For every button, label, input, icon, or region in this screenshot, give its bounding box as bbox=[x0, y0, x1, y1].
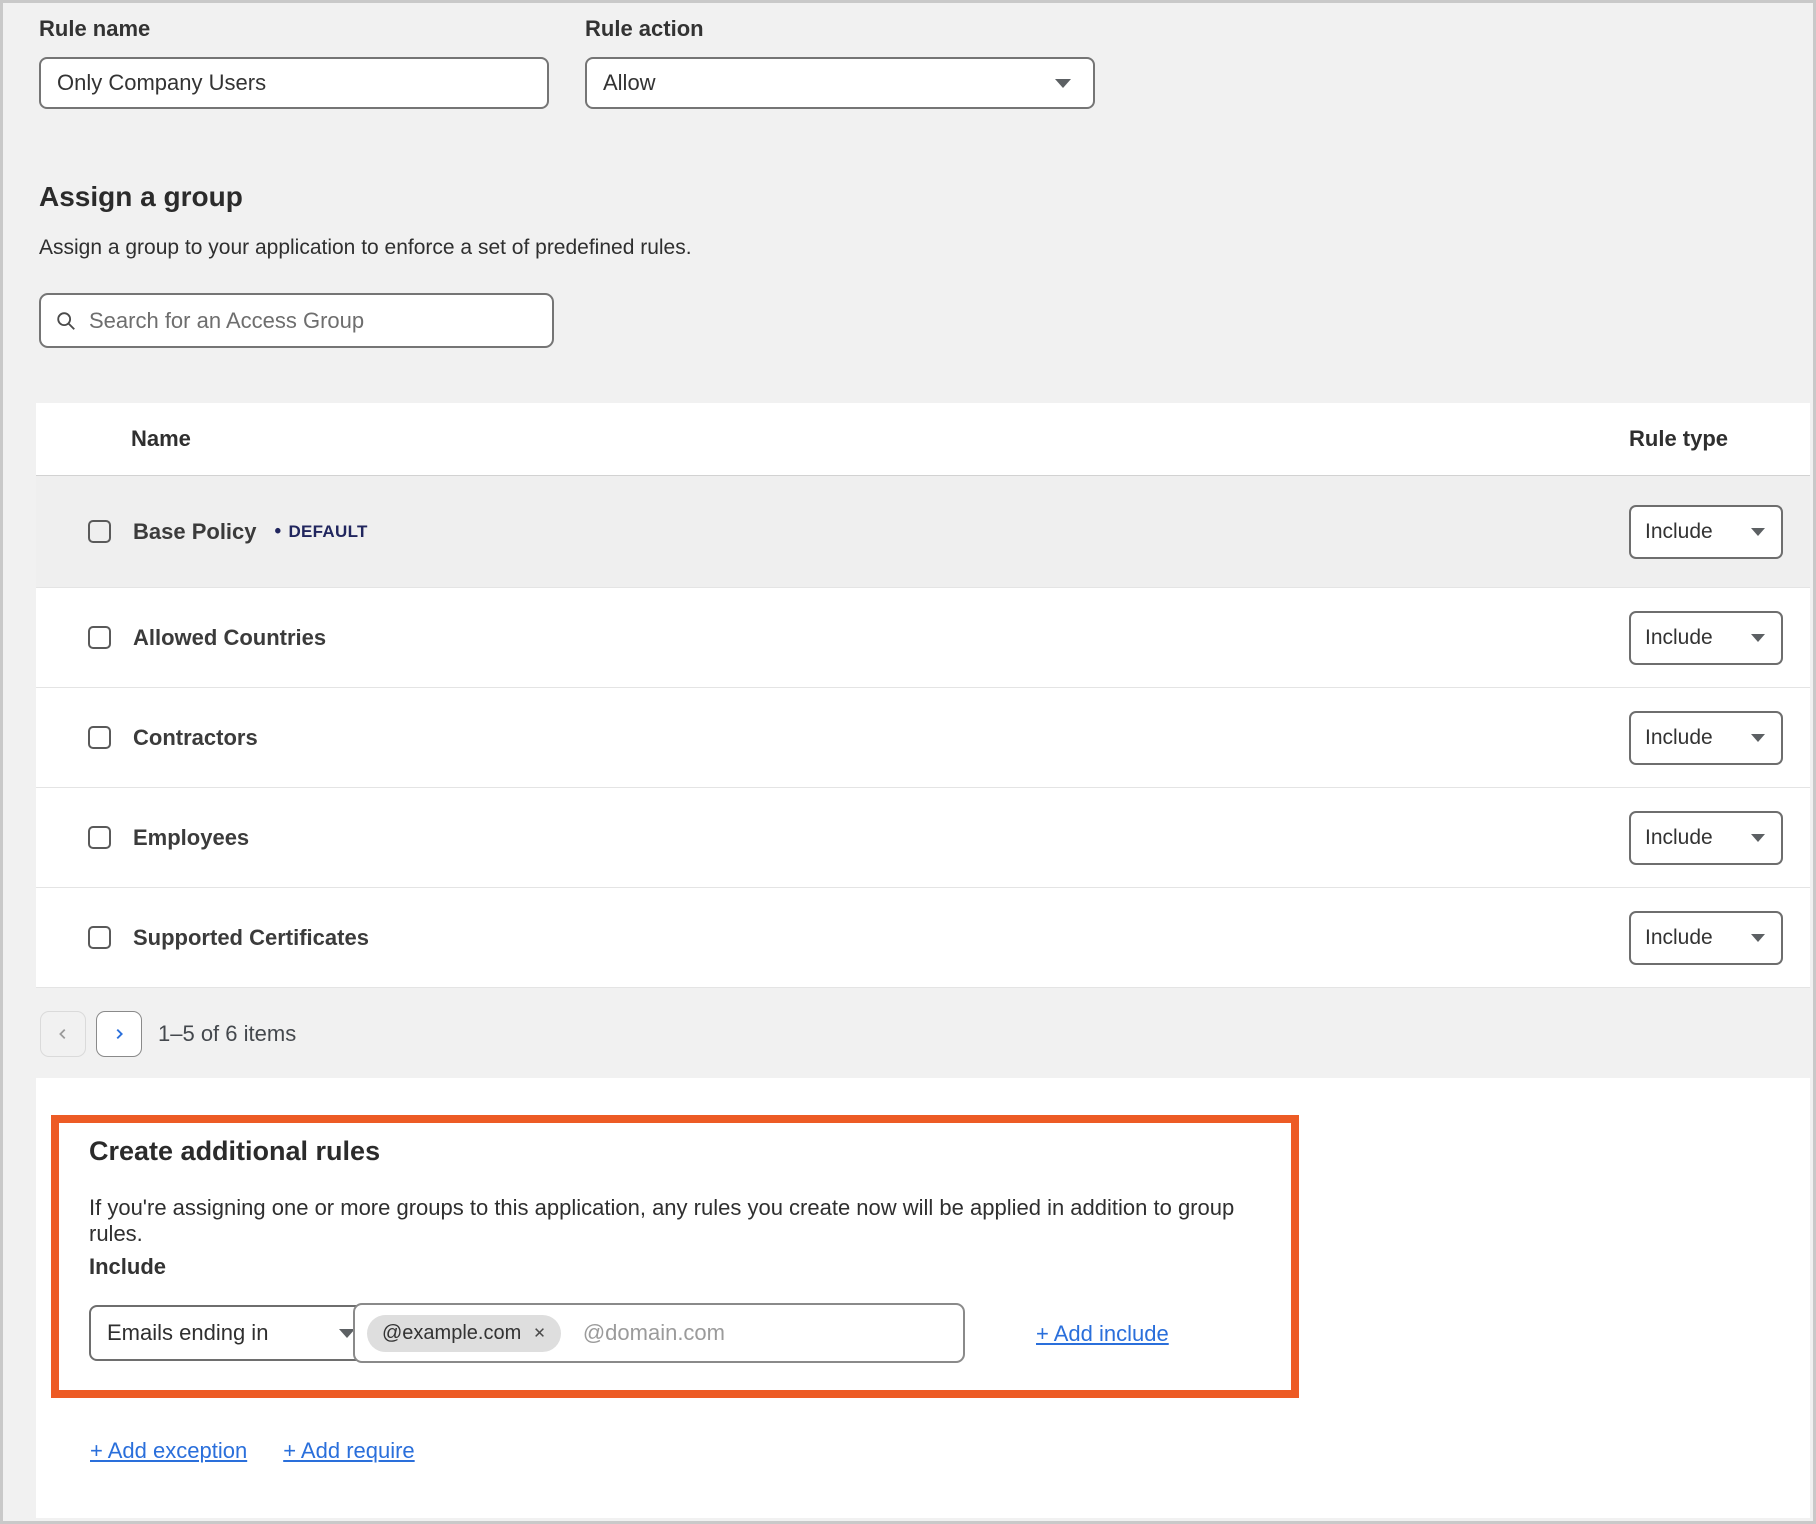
rule-action-value: Allow bbox=[603, 70, 656, 96]
condition-type-value: Emails ending in bbox=[107, 1320, 268, 1346]
chevron-right-icon bbox=[112, 1026, 126, 1042]
rule-type-select[interactable]: Include bbox=[1629, 505, 1783, 559]
group-name: Employees bbox=[133, 825, 249, 851]
chevron-down-icon bbox=[1751, 528, 1765, 536]
column-header-name: Name bbox=[99, 426, 1629, 452]
next-page-button[interactable] bbox=[96, 1011, 142, 1057]
table-row: Base Policy DEFAULT Include bbox=[36, 476, 1810, 588]
rule-type-value: Include bbox=[1645, 726, 1713, 750]
row-checkbox[interactable] bbox=[88, 926, 111, 949]
rule-type-select[interactable]: Include bbox=[1629, 711, 1783, 765]
include-label: Include bbox=[89, 1254, 166, 1280]
row-checkbox[interactable] bbox=[88, 726, 111, 749]
table-header-row: Name Rule type bbox=[36, 403, 1810, 476]
email-domain-chip: @example.com ✕ bbox=[367, 1315, 561, 1352]
assign-group-description: Assign a group to your application to en… bbox=[39, 236, 692, 260]
footer-links: + Add exception + Add require bbox=[90, 1438, 415, 1464]
chevron-down-icon bbox=[1751, 834, 1765, 842]
rule-type-value: Include bbox=[1645, 826, 1713, 850]
chevron-left-icon bbox=[56, 1026, 70, 1042]
chevron-down-icon bbox=[1055, 79, 1071, 88]
default-badge: DEFAULT bbox=[275, 521, 368, 543]
group-name: Base Policy bbox=[133, 519, 257, 545]
rule-type-select[interactable]: Include bbox=[1629, 611, 1783, 665]
rule-name-input[interactable] bbox=[39, 57, 549, 109]
access-group-search[interactable] bbox=[39, 293, 554, 348]
chevron-down-icon bbox=[1751, 934, 1765, 942]
add-include-link[interactable]: + Add include bbox=[1036, 1321, 1169, 1347]
pagination-summary: 1–5 of 6 items bbox=[158, 1021, 296, 1047]
table-row: Supported Certificates Include bbox=[36, 888, 1810, 988]
condition-type-select[interactable]: Emails ending in bbox=[89, 1305, 375, 1361]
rule-type-select[interactable]: Include bbox=[1629, 811, 1783, 865]
access-groups-table: Name Rule type Base Policy DEFAULT Inclu… bbox=[36, 403, 1810, 988]
rule-action-select[interactable]: Allow bbox=[585, 57, 1095, 109]
add-exception-link[interactable]: + Add exception bbox=[90, 1438, 247, 1464]
table-row: Employees Include bbox=[36, 788, 1810, 888]
row-checkbox[interactable] bbox=[88, 520, 111, 543]
rule-type-value: Include bbox=[1645, 926, 1713, 950]
search-input[interactable] bbox=[89, 308, 538, 334]
rule-type-value: Include bbox=[1645, 520, 1713, 544]
rule-type-value: Include bbox=[1645, 626, 1713, 650]
rule-type-select[interactable]: Include bbox=[1629, 911, 1783, 965]
email-domains-input[interactable]: @example.com ✕ bbox=[353, 1303, 965, 1363]
column-header-rule-type: Rule type bbox=[1629, 426, 1783, 452]
create-rules-card: Create additional rules If you're assign… bbox=[36, 1078, 1810, 1518]
orange-highlight-box: Create additional rules If you're assign… bbox=[51, 1115, 1299, 1398]
table-row: Allowed Countries Include bbox=[36, 588, 1810, 688]
rule-name-label: Rule name bbox=[39, 16, 150, 42]
add-require-link[interactable]: + Add require bbox=[283, 1438, 414, 1464]
row-checkbox[interactable] bbox=[88, 826, 111, 849]
group-name: Allowed Countries bbox=[133, 625, 326, 651]
group-name: Contractors bbox=[133, 725, 258, 751]
group-name: Supported Certificates bbox=[133, 925, 369, 951]
remove-chip-icon[interactable]: ✕ bbox=[533, 1326, 546, 1341]
chevron-down-icon bbox=[1751, 634, 1765, 642]
assign-group-title: Assign a group bbox=[39, 181, 243, 213]
pagination: 1–5 of 6 items bbox=[40, 1011, 296, 1057]
create-rules-title: Create additional rules bbox=[89, 1136, 380, 1167]
access-rule-form-page: Rule name Rule action Allow Assign a gro… bbox=[0, 0, 1816, 1524]
create-rules-description: If you're assigning one or more groups t… bbox=[89, 1195, 1239, 1247]
rule-action-label: Rule action bbox=[585, 16, 704, 42]
chip-label: @example.com bbox=[382, 1322, 521, 1345]
table-row: Contractors Include bbox=[36, 688, 1810, 788]
domain-input[interactable] bbox=[583, 1320, 951, 1346]
row-checkbox[interactable] bbox=[88, 626, 111, 649]
search-icon bbox=[55, 310, 77, 332]
chevron-down-icon bbox=[1751, 734, 1765, 742]
previous-page-button[interactable] bbox=[40, 1011, 86, 1057]
